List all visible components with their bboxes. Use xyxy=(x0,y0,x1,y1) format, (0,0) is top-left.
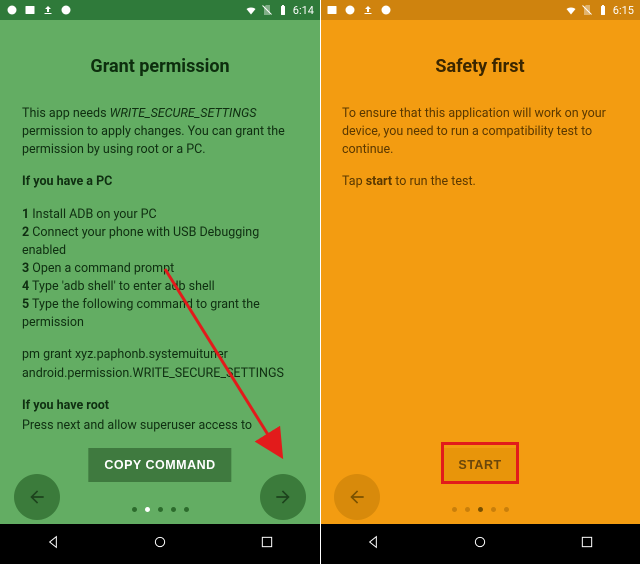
no-sim-icon xyxy=(581,4,593,16)
arrow-left-icon xyxy=(347,487,367,507)
bottom-bar: START xyxy=(320,448,640,520)
pc-steps: 1 Install ADB on your PC 2 Connect your … xyxy=(22,206,298,333)
nav-recents-icon[interactable] xyxy=(579,534,595,554)
nav-back-icon[interactable] xyxy=(365,534,381,554)
pc-heading: If you have a PC xyxy=(22,173,298,191)
root-text: Press next and allow superuser access to xyxy=(22,417,298,435)
nav-home-icon[interactable] xyxy=(152,534,168,554)
status-bar: 6:14 xyxy=(0,0,320,20)
circle-icon xyxy=(60,4,72,16)
arrow-right-icon xyxy=(273,487,293,507)
para-2: Tap start to run the test. xyxy=(342,173,618,191)
status-time: 6:15 xyxy=(613,4,634,17)
arrow-left-icon xyxy=(27,487,47,507)
screen-safety-first: 6:15 Safety first To ensure that this ap… xyxy=(320,0,640,564)
battery-icon xyxy=(597,4,609,16)
upload-icon xyxy=(362,4,374,16)
image-icon xyxy=(326,4,338,16)
screen-grant-permission: 6:14 Grant permission This app needs WRI… xyxy=(0,0,320,564)
battery-icon xyxy=(277,4,289,16)
upload-icon xyxy=(42,4,54,16)
status-time: 6:14 xyxy=(293,4,314,17)
android-nav-bar xyxy=(320,524,640,564)
back-button[interactable] xyxy=(334,474,380,520)
nav-home-icon[interactable] xyxy=(472,534,488,554)
android-nav-bar xyxy=(0,524,320,564)
intro-text: This app needs WRITE_SECURE_SETTINGS per… xyxy=(22,105,298,159)
wifi-icon xyxy=(565,4,577,16)
circle-icon xyxy=(344,4,356,16)
root-heading: If you have root xyxy=(22,397,298,415)
para-1: To ensure that this application will wor… xyxy=(342,105,618,159)
circle-icon xyxy=(380,4,392,16)
page-title: Grant permission xyxy=(22,56,298,77)
command-text: pm grant xyz.paphonb.systemuituner andro… xyxy=(22,346,298,382)
copy-command-button[interactable]: COPY COMMAND xyxy=(88,448,231,482)
wifi-icon xyxy=(245,4,257,16)
start-button[interactable]: START xyxy=(442,448,517,482)
no-sim-icon xyxy=(261,4,273,16)
nav-back-icon[interactable] xyxy=(45,534,61,554)
page-title: Safety first xyxy=(342,56,618,77)
nav-recents-icon[interactable] xyxy=(259,534,275,554)
bottom-bar: COPY COMMAND xyxy=(0,448,320,520)
back-button[interactable] xyxy=(14,474,60,520)
status-bar: 6:15 xyxy=(320,0,640,20)
next-button[interactable] xyxy=(260,474,306,520)
image-icon xyxy=(24,4,36,16)
screenshot-divider xyxy=(320,0,321,564)
circle-icon xyxy=(6,4,18,16)
